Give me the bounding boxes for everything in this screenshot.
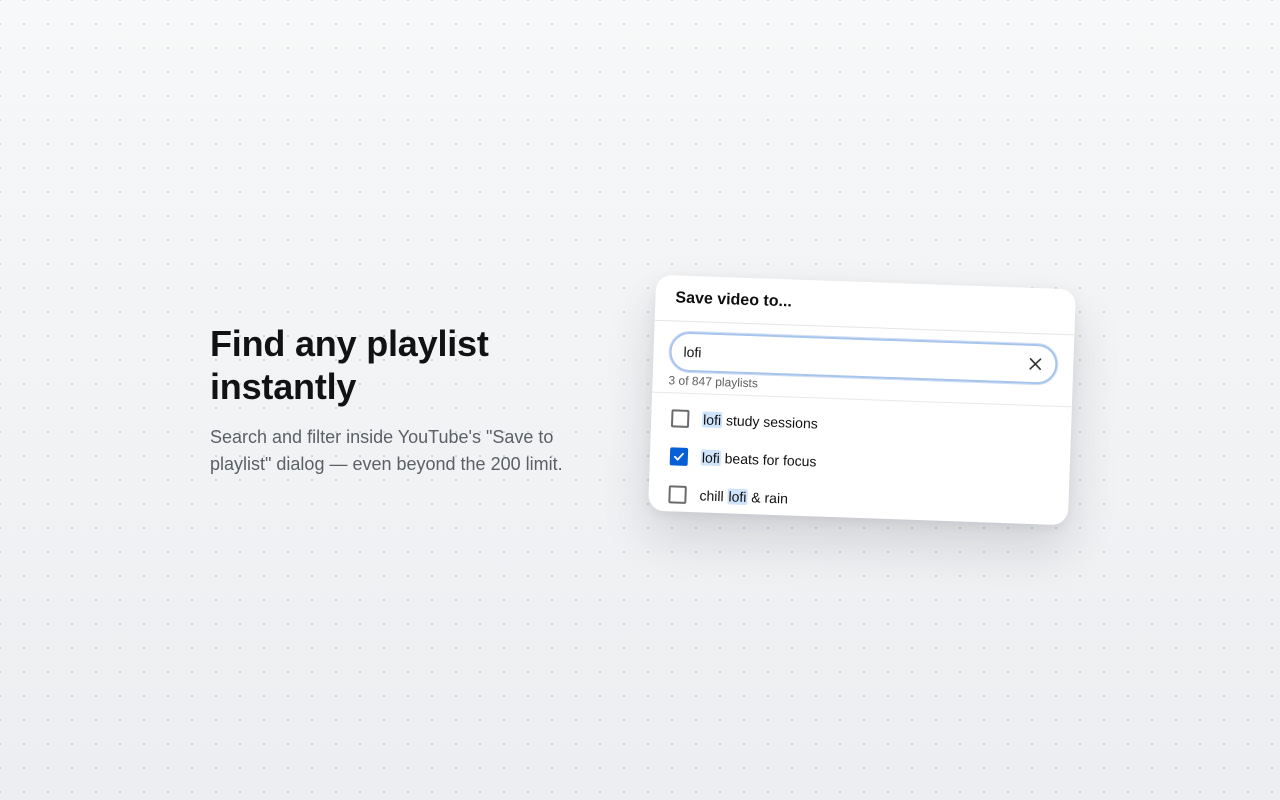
checkmark-icon xyxy=(674,452,684,461)
hero-subtitle: Search and filter inside YouTube's "Save… xyxy=(210,427,563,474)
playlist-item-label: chill lofi & rain xyxy=(699,487,788,506)
playlist-search-input[interactable] xyxy=(683,343,1016,372)
search-match-highlight: lofi xyxy=(701,411,723,429)
playlist-checkbox[interactable] xyxy=(669,447,689,466)
label-suffix: beats for focus xyxy=(720,450,817,470)
hero-title: Find any playlist instantly xyxy=(210,323,489,407)
playlist-checkbox[interactable] xyxy=(668,485,687,504)
playlist-checkbox[interactable] xyxy=(670,409,690,428)
search-match-highlight: lofi xyxy=(727,488,748,506)
save-to-playlist-dialog: Save video to... 3 of 847 playlists lofi… xyxy=(648,274,1076,526)
close-icon[interactable] xyxy=(1025,354,1046,375)
label-suffix: study sessions xyxy=(721,412,819,432)
playlist-item-label: lofi beats for focus xyxy=(700,449,817,470)
label-suffix: & rain xyxy=(747,489,789,507)
search-match-highlight: lofi xyxy=(700,449,722,467)
playlist-list: lofi study sessions lofi beats for focus… xyxy=(648,393,1072,526)
label-prefix: chill xyxy=(699,487,728,505)
hero-section: Find any playlist instantly Search and f… xyxy=(210,322,610,478)
playlist-item-label: lofi study sessions xyxy=(701,411,819,432)
